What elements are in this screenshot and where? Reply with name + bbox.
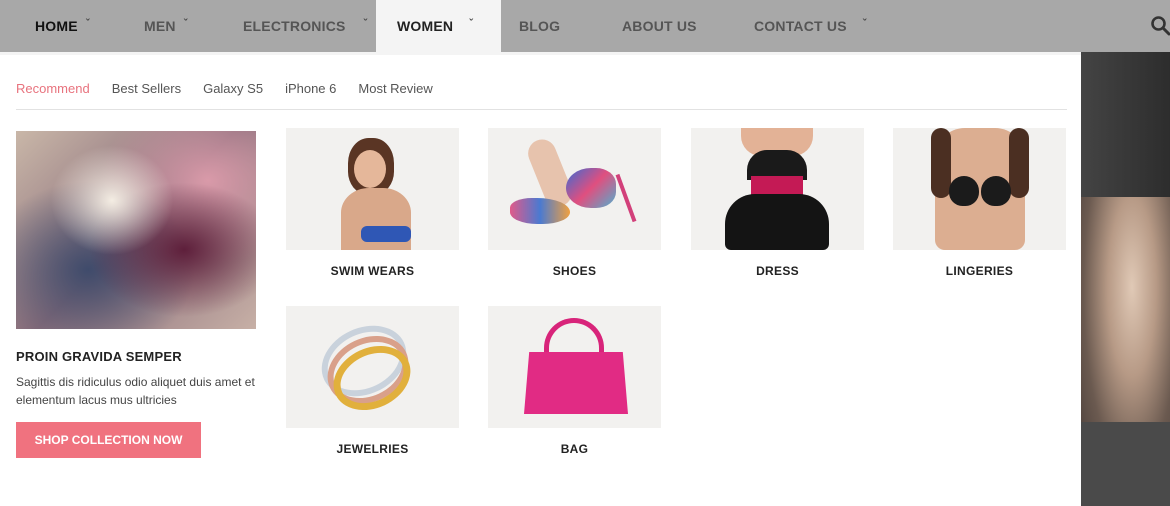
category-label: SHOES [552,264,597,278]
nav-item-home[interactable]: HOME ˇ [35,0,89,52]
chevron-down-icon: ˇ [85,18,90,30]
jewelries-image [286,306,459,428]
nav-item-contact-us[interactable]: CONTACT US ˇ [754,0,866,52]
shop-collection-button[interactable]: SHOP COLLECTION NOW [16,422,201,458]
nav-label: WOMEN [397,18,454,34]
category-dress[interactable]: DRESS [691,128,864,278]
category-label: BAG [560,442,589,456]
promo-title: PROIN GRAVIDA SEMPER [16,349,182,364]
bag-image [488,306,661,428]
nav-label: MEN [144,18,176,34]
promo-description: Sagittis dis ridiculus odio aliquet duis… [16,375,255,407]
nav-label: BLOG [519,18,561,34]
category-swim-wears[interactable]: SWIM WEARS [286,128,459,278]
category-label: JEWELRIES [336,442,409,456]
search-icon[interactable] [1150,15,1170,37]
tab-most-review[interactable]: Most Review [358,81,432,101]
category-bag[interactable]: BAG [488,306,661,456]
category-shoes[interactable]: SHOES [488,128,661,278]
tab-galaxy-s5[interactable]: Galaxy S5 [203,81,263,101]
category-label: DRESS [756,264,799,278]
nav-item-blog[interactable]: BLOG [519,0,560,52]
mega-menu-tabs: Recommend Best Sellers Galaxy S5 iPhone … [16,81,1067,110]
category-label: SWIM WEARS [330,264,415,278]
nav-item-about-us[interactable]: ABOUT US [622,0,697,52]
tab-recommend[interactable]: Recommend [16,81,90,101]
category-jewelries[interactable]: JEWELRIES [286,306,459,456]
category-label: LINGERIES [945,264,1014,278]
nav-item-men[interactable]: MEN ˇ [144,0,187,52]
nav-label: ABOUT US [622,18,697,34]
category-lingeries[interactable]: LINGERIES [893,128,1066,278]
dress-image [691,128,864,250]
chevron-down-icon: ˇ [862,18,867,30]
nav-item-women[interactable]: WOMEN ˇ [376,0,501,52]
tab-iphone-6[interactable]: iPhone 6 [285,81,336,101]
chevron-down-icon: ˇ [363,18,368,30]
nav-item-electronics[interactable]: ELECTRONICS ˇ [243,0,367,52]
tab-best-sellers[interactable]: Best Sellers [112,81,181,101]
swim-wears-image [286,128,459,250]
shoes-image [488,128,661,250]
nav-label: HOME [35,18,78,34]
nav-label: CONTACT US [754,18,847,34]
promo-image[interactable] [16,131,256,329]
chevron-down-icon: ˇ [183,18,188,30]
hero-sofa [1081,422,1170,506]
nav-label: ELECTRONICS [243,18,346,34]
main-navbar: HOME ˇ MEN ˇ ELECTRONICS ˇ WOMEN ˇ BLOG … [0,0,1170,52]
women-mega-menu: Recommend Best Sellers Galaxy S5 iPhone … [0,52,1081,506]
chevron-down-icon: ˇ [469,18,473,30]
lingeries-image [893,128,1066,250]
